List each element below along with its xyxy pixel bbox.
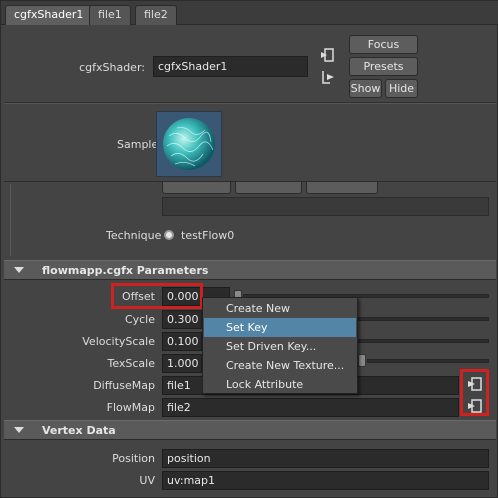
technique-label: Technique	[106, 229, 162, 242]
cycle-label: Cycle	[124, 313, 155, 326]
partial-button-1[interactable]	[162, 182, 231, 194]
show-button[interactable]: Show	[349, 79, 382, 98]
node-type-label: cgfxShader:	[79, 61, 145, 74]
annotation-connection-box	[460, 369, 489, 416]
tab-bar: cgfxShader1 file1 file2	[1, 1, 498, 25]
section-title-vertex: Vertex Data	[42, 424, 116, 437]
diffusemap-label: DiffuseMap	[93, 379, 155, 392]
tab-file1[interactable]: file1	[89, 5, 131, 25]
sample-swatch	[156, 111, 222, 177]
header-divider	[4, 102, 496, 104]
uv-label: UV	[139, 474, 155, 487]
texscale-slider-knob[interactable]	[358, 354, 366, 367]
section-header-params[interactable]: flowmapp.cgfx Parameters	[4, 260, 496, 280]
position-label: Position	[112, 452, 155, 465]
tab-cgfxshader1[interactable]: cgfxShader1	[5, 5, 93, 25]
indent-rule	[10, 184, 11, 256]
texscale-field[interactable]: 1.000	[162, 354, 202, 373]
annotation-offset-box	[111, 283, 203, 309]
technique-radio[interactable]	[164, 230, 174, 240]
focus-button[interactable]: Focus	[349, 35, 418, 54]
collapse-triangle-icon	[14, 267, 24, 273]
flowmap-label: FlowMap	[106, 401, 155, 414]
output-connection-icon[interactable]	[321, 69, 337, 85]
texscale-slider-track[interactable]	[367, 359, 489, 363]
input-connection-icon[interactable]	[319, 47, 335, 63]
velocityscale-field[interactable]: 0.100	[162, 332, 202, 351]
velocityscale-slider-track[interactable]	[358, 339, 489, 343]
node-name-field[interactable]: cgfxShader1	[153, 56, 308, 77]
position-field[interactable]: position	[162, 449, 489, 468]
partial-button-3[interactable]	[306, 182, 378, 194]
menu-item-create-expression[interactable]: Create New Expression...	[204, 299, 356, 334]
cycle-field[interactable]: 0.300	[162, 310, 202, 329]
attribute-editor-window: cgfxShader1 file1 file2 cgfxShader: cgfx…	[0, 0, 498, 498]
technique-option-label: testFlow0	[181, 229, 235, 242]
partial-button-2[interactable]	[235, 182, 302, 194]
hide-button[interactable]: Hide	[385, 79, 418, 98]
collapse-triangle-icon	[14, 427, 24, 433]
context-menu: Create New Expression... Set Key Set Dri…	[202, 297, 358, 394]
texscale-label: TexScale	[107, 357, 155, 370]
menu-item-lock-attribute[interactable]: Lock Attribute	[204, 375, 356, 394]
menu-item-set-key[interactable]: Set Key	[204, 318, 356, 337]
section-title-params: flowmapp.cgfx Parameters	[42, 264, 209, 277]
section-header-vertex[interactable]: Vertex Data	[4, 420, 496, 440]
empty-text-field[interactable]	[162, 197, 489, 216]
cycle-slider-track[interactable]	[358, 317, 489, 321]
presets-button[interactable]: Presets	[349, 57, 418, 76]
velocityscale-label: VelocityScale	[82, 335, 155, 348]
uv-field[interactable]: uv:map1	[162, 471, 489, 490]
menu-item-create-texture[interactable]: Create New Texture...	[204, 356, 356, 375]
sample-label: Sample	[117, 138, 159, 151]
menu-item-set-driven-key[interactable]: Set Driven Key...	[204, 337, 356, 356]
tab-file2[interactable]: file2	[135, 5, 177, 25]
flowmap-field[interactable]: file2	[162, 398, 459, 417]
